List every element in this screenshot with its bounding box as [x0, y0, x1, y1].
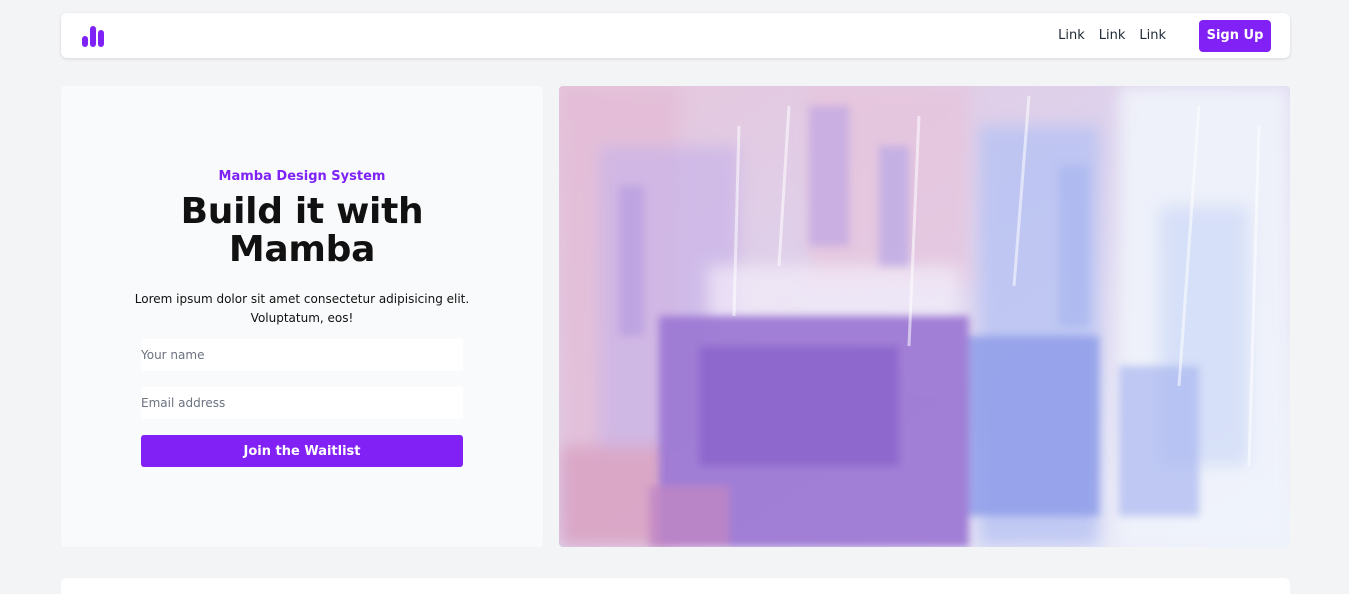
join-waitlist-button[interactable]: Join the Waitlist	[141, 435, 463, 467]
bar-chart-logo-icon[interactable]	[82, 25, 104, 47]
name-input[interactable]	[141, 339, 463, 371]
hero-panel: Mamba Design System Build it with Mamba …	[61, 86, 543, 547]
nav-links: Link Link Link Sign Up	[1058, 19, 1271, 52]
headline-line-2: Mamba	[228, 229, 376, 270]
next-section-card	[61, 578, 1290, 594]
headline-line-1: Build it with	[180, 191, 424, 232]
email-input[interactable]	[141, 387, 463, 419]
sign-up-button[interactable]: Sign Up	[1199, 19, 1271, 52]
nav-link-2[interactable]: Link	[1099, 28, 1126, 43]
hero-headline: Build it with Mamba	[61, 193, 543, 269]
abstract-paint-image	[559, 86, 1290, 547]
hero-description: Lorem ipsum dolor sit amet consectetur a…	[121, 290, 483, 328]
description-line-1: Lorem ipsum dolor sit amet consectetur a…	[134, 292, 470, 306]
top-navbar: Link Link Link Sign Up	[61, 13, 1290, 58]
nav-link-1[interactable]: Link	[1058, 28, 1085, 43]
eyebrow-label: Mamba Design System	[218, 169, 386, 184]
nav-link-3[interactable]: Link	[1139, 28, 1166, 43]
description-line-2: Voluptatum, eos!	[250, 311, 354, 325]
